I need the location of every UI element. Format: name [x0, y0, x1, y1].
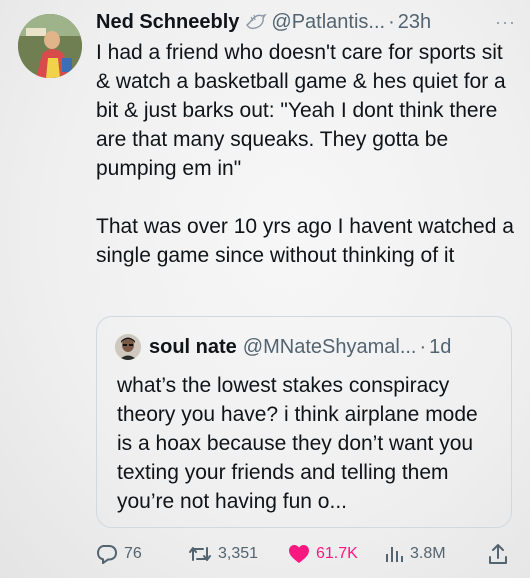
like-count: 61.7K — [316, 545, 358, 562]
separator-dot: · — [388, 10, 395, 33]
quoted-text: what’s the lowest stakes conspiracy theo… — [117, 374, 478, 513]
quoted-author-name[interactable]: soul nate — [149, 336, 237, 359]
tweet-text: I had a friend who doesn't care for spor… — [96, 38, 516, 270]
view-count: 3.8M — [410, 545, 446, 562]
views-button[interactable]: 3.8M — [384, 540, 446, 568]
author-avatar[interactable] — [18, 14, 82, 78]
quoted-tweet[interactable]: soul nate @MNateShyamal... · 1d what’s t… — [96, 316, 512, 528]
tweet-paragraph: That was over 10 yrs ago I havent watche… — [96, 215, 520, 267]
share-icon — [489, 544, 507, 564]
like-button[interactable]: 61.7K — [288, 540, 358, 568]
quoted-author-handle[interactable]: @MNateShyamal... — [243, 336, 417, 359]
reply-count: 76 — [124, 545, 142, 562]
more-icon[interactable]: ··· — [495, 12, 516, 33]
quoted-header: soul nate @MNateShyamal... · 1d — [115, 333, 501, 361]
tweet-header: Ned Schneebly @Patlantis... · 23h ··· — [96, 8, 516, 36]
repost-count: 3,351 — [218, 545, 259, 562]
repost-button[interactable]: 3,351 — [188, 540, 258, 568]
like-icon — [289, 545, 309, 563]
tweet-actions: 76 3,351 61.7K 3.8M — [96, 540, 516, 568]
reply-icon — [96, 545, 118, 564]
tweet-timestamp[interactable]: 23h — [398, 11, 431, 34]
share-button[interactable] — [488, 540, 514, 568]
quoted-timestamp[interactable]: 1d — [429, 336, 451, 359]
author-handle[interactable]: @Patlantis... — [271, 11, 385, 34]
bird-icon — [245, 13, 268, 31]
quoted-author-avatar[interactable] — [115, 334, 141, 360]
separator-dot: · — [419, 335, 427, 358]
reply-button[interactable]: 76 — [96, 540, 142, 568]
avatar-image — [18, 14, 82, 78]
repost-icon — [189, 547, 211, 561]
views-icon — [386, 547, 403, 562]
tweet-paragraph: I had a friend who doesn't care for spor… — [96, 41, 512, 180]
tweet[interactable]: Ned Schneebly @Patlantis... · 23h ··· I … — [0, 0, 530, 578]
author-name[interactable]: Ned Schneebly — [96, 11, 239, 34]
